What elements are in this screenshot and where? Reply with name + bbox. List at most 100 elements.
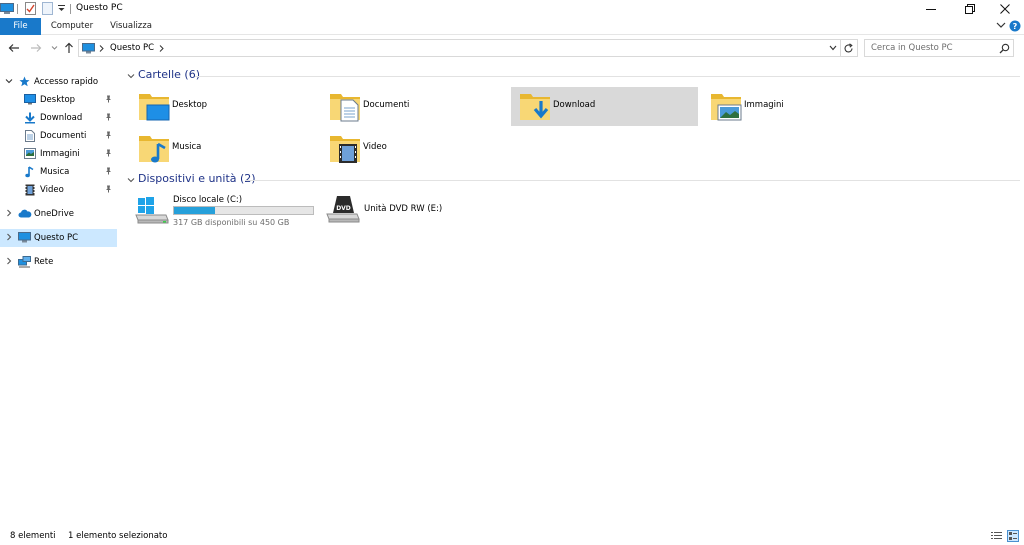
star-icon (19, 76, 30, 87)
chevron-right-icon[interactable] (5, 233, 13, 241)
nav-label: Rete (34, 257, 54, 267)
tiles-view-icon[interactable] (1007, 530, 1019, 542)
sidebar-item-desktop[interactable]: Desktop (0, 91, 117, 109)
drive-usage-fill (174, 207, 216, 214)
pictures-icon (24, 148, 36, 159)
chevron-down-icon[interactable] (127, 72, 135, 80)
group-divider (245, 180, 1020, 181)
nav-label: Immagini (40, 149, 80, 159)
pin-icon[interactable] (105, 113, 112, 121)
folders-group-header[interactable]: Cartelle (6) (123, 68, 1020, 84)
drive-usage-bar (173, 206, 314, 215)
search-input[interactable]: Cerca in Questo PC (871, 43, 953, 53)
nav-label: Documenti (40, 131, 87, 141)
sidebar-item-documents[interactable]: Documenti (0, 127, 117, 145)
this-pc-icon[interactable] (0, 3, 14, 15)
folder-tile-video[interactable]: Video (321, 129, 508, 168)
sidebar-item-pictures[interactable]: Immagini (0, 145, 117, 163)
tile-label: Musica (172, 142, 202, 152)
qat-dropdown-icon[interactable] (58, 5, 65, 12)
svg-text:?: ? (1013, 22, 1018, 31)
drive-tile-e[interactable]: DVD Unità DVD RW (E:) (326, 193, 511, 233)
item-count: 8 elementi (10, 531, 56, 541)
breadcrumb-this-pc[interactable]: Questo PC (110, 43, 154, 53)
music-icon (25, 166, 35, 178)
this-pc-icon (18, 232, 31, 243)
status-bar: 8 elementi 1 elemento selezionato (0, 527, 1024, 545)
nav-label: Download (40, 113, 83, 123)
title-bar: Questo PC (0, 0, 1024, 18)
folder-tile-pictures[interactable]: Immagini (702, 87, 889, 126)
nav-label: Accesso rapido (34, 77, 99, 87)
back-button[interactable] (6, 40, 22, 56)
pin-icon[interactable] (105, 95, 112, 103)
desktop-icon (24, 94, 36, 105)
nav-label: OneDrive (34, 209, 74, 219)
chevron-down-icon[interactable] (5, 77, 13, 85)
qat-divider (17, 4, 18, 14)
sidebar-item-network[interactable]: Rete (0, 253, 117, 271)
pin-icon[interactable] (105, 149, 112, 157)
devices-group-header[interactable]: Dispositivi e unità (2) (123, 172, 1020, 188)
properties-icon[interactable] (25, 2, 36, 15)
recent-locations-button[interactable] (46, 40, 62, 56)
chevron-right-icon[interactable] (5, 209, 13, 217)
tile-label: Documenti (363, 100, 410, 110)
tile-label: Desktop (172, 100, 208, 110)
pictures-folder-icon (710, 89, 744, 123)
sidebar-item-video[interactable]: Video (0, 181, 117, 199)
folder-tile-documents[interactable]: Documenti (321, 87, 508, 126)
nav-quick-access[interactable]: Accesso rapido (0, 73, 117, 91)
pin-icon[interactable] (105, 167, 112, 175)
download-icon (24, 112, 36, 124)
new-folder-icon[interactable] (42, 2, 53, 15)
tab-computer[interactable]: Computer (48, 18, 96, 35)
close-button[interactable] (990, 0, 1020, 18)
folder-tile-download[interactable]: Download (511, 87, 698, 126)
refresh-icon[interactable] (843, 43, 854, 54)
chevron-down-icon[interactable] (127, 176, 135, 184)
drive-label: Disco locale (C:) (173, 195, 243, 205)
chevron-right-icon[interactable] (5, 257, 13, 265)
drive-label: Unità DVD RW (E:) (364, 204, 443, 214)
tab-file[interactable]: File (0, 18, 41, 35)
tile-label: Immagini (744, 100, 784, 110)
sidebar-item-onedrive[interactable]: OneDrive (0, 205, 117, 223)
breadcrumb-chevron-icon[interactable] (99, 45, 104, 52)
drive-tile-c[interactable]: Disco locale (C:) 317 GB disponibili su … (135, 193, 320, 233)
tile-label: Video (363, 142, 387, 152)
content-pane: Cartelle (6) Desktop Documenti Download … (120, 62, 1020, 522)
drive-free-space: 317 GB disponibili su 450 GB (173, 218, 290, 227)
folder-tile-desktop[interactable]: Desktop (130, 87, 317, 126)
sidebar-item-this-pc[interactable]: Questo PC (0, 229, 117, 247)
sidebar-item-music[interactable]: Musica (0, 163, 117, 181)
breadcrumb-chevron-icon[interactable] (159, 45, 164, 52)
minimize-button[interactable] (916, 0, 946, 18)
pin-icon[interactable] (105, 185, 112, 193)
navigation-pane: Accesso rapido Desktop Download Document… (0, 62, 120, 522)
nav-label: Questo PC (34, 233, 79, 243)
folder-tile-music[interactable]: Musica (130, 129, 317, 168)
details-view-icon[interactable] (991, 531, 1002, 541)
address-divider (840, 40, 841, 56)
documents-folder-icon (329, 89, 363, 123)
pin-icon[interactable] (105, 131, 112, 139)
search-icon[interactable] (999, 43, 1010, 54)
address-bar[interactable]: Questo PC (78, 39, 858, 57)
address-dropdown-icon[interactable] (829, 45, 837, 51)
restore-button[interactable] (955, 0, 985, 18)
help-icon[interactable]: ? (1009, 20, 1021, 32)
documents-icon (25, 130, 35, 142)
sidebar-item-download[interactable]: Download (0, 109, 117, 127)
hard-drive-icon (135, 193, 169, 225)
desktop-folder-icon (138, 89, 172, 123)
up-button[interactable] (61, 40, 77, 56)
search-box[interactable]: Cerca in Questo PC (864, 39, 1014, 57)
forward-button[interactable] (28, 40, 44, 56)
expand-ribbon-icon[interactable] (996, 21, 1006, 29)
nav-label: Video (40, 185, 64, 195)
title-divider (70, 4, 71, 14)
group-divider (195, 76, 1020, 77)
tab-view[interactable]: Visualizza (105, 18, 157, 35)
video-folder-icon (329, 131, 363, 165)
